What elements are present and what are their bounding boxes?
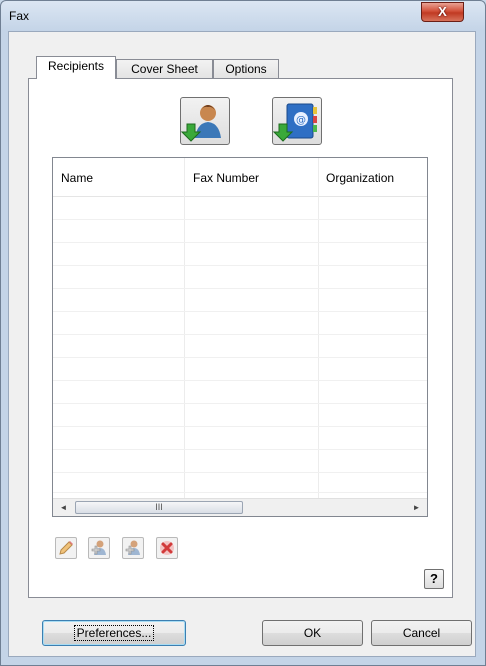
edit-recipient-button[interactable] xyxy=(55,537,77,559)
add-recipient-button[interactable] xyxy=(88,537,110,559)
contact-person-download-icon xyxy=(180,105,221,142)
horizontal-scrollbar[interactable]: ◄ III ► xyxy=(53,498,427,516)
column-header-fax-number[interactable]: Fax Number xyxy=(193,171,259,185)
table-row[interactable] xyxy=(53,426,427,427)
tab-cover-sheet-label: Cover Sheet xyxy=(131,62,198,76)
svg-text:@: @ xyxy=(296,115,306,126)
tab-recipients-label: Recipients xyxy=(47,59,105,73)
delete-x-icon xyxy=(160,541,174,555)
add-from-address-book-button[interactable]: @ xyxy=(272,97,322,145)
table-row[interactable] xyxy=(53,472,427,473)
window-title: Fax xyxy=(9,9,30,23)
tab-cover-sheet[interactable]: Cover Sheet xyxy=(116,59,213,79)
delete-recipient-button[interactable] xyxy=(156,537,178,559)
tab-options[interactable]: Options xyxy=(213,59,279,79)
table-row[interactable] xyxy=(53,403,427,404)
table-row[interactable] xyxy=(53,449,427,450)
close-button[interactable]: X xyxy=(421,2,464,22)
column-divider xyxy=(184,158,185,498)
recipients-table[interactable]: Name Fax Number Organization ◄ III ► xyxy=(52,157,428,517)
scrollbar-grip-icon: III xyxy=(155,502,163,512)
table-header: Name Fax Number Organization xyxy=(53,158,427,197)
tab-options-label: Options xyxy=(225,62,267,76)
table-row[interactable] xyxy=(53,265,427,266)
add-recipient-icon xyxy=(91,540,106,555)
add-from-contacts-button[interactable] xyxy=(180,97,230,145)
address-book-download-icon: @ xyxy=(272,103,317,142)
title-bar[interactable]: Fax X xyxy=(1,1,485,29)
help-icon: ? xyxy=(430,571,438,586)
add-recipient-alt-icon xyxy=(125,540,140,555)
close-icon: X xyxy=(438,4,447,19)
table-row[interactable] xyxy=(53,242,427,243)
help-button[interactable]: ? xyxy=(424,569,444,589)
table-row[interactable] xyxy=(53,219,427,220)
column-header-name[interactable]: Name xyxy=(61,171,93,185)
ok-button-label: OK xyxy=(303,626,322,640)
table-row[interactable] xyxy=(53,311,427,312)
table-row[interactable] xyxy=(53,492,427,493)
column-divider xyxy=(318,158,319,498)
tab-recipients[interactable]: Recipients xyxy=(36,56,116,79)
table-row[interactable] xyxy=(53,334,427,335)
pencil-edit-icon xyxy=(59,541,73,555)
preferences-button[interactable]: Preferences... xyxy=(42,620,186,646)
add-recipient-alt-button[interactable] xyxy=(122,537,144,559)
scroll-right-icon[interactable]: ► xyxy=(408,499,425,516)
table-row[interactable] xyxy=(53,380,427,381)
cancel-button[interactable]: Cancel xyxy=(371,620,472,646)
ok-button[interactable]: OK xyxy=(262,620,363,646)
table-row[interactable] xyxy=(53,288,427,289)
table-row[interactable] xyxy=(53,357,427,358)
column-header-organization[interactable]: Organization xyxy=(326,171,394,185)
scrollbar-thumb[interactable]: III xyxy=(75,501,243,514)
scroll-left-icon[interactable]: ◄ xyxy=(55,499,72,516)
cancel-button-label: Cancel xyxy=(402,626,441,640)
preferences-button-label: Preferences... xyxy=(73,625,155,641)
